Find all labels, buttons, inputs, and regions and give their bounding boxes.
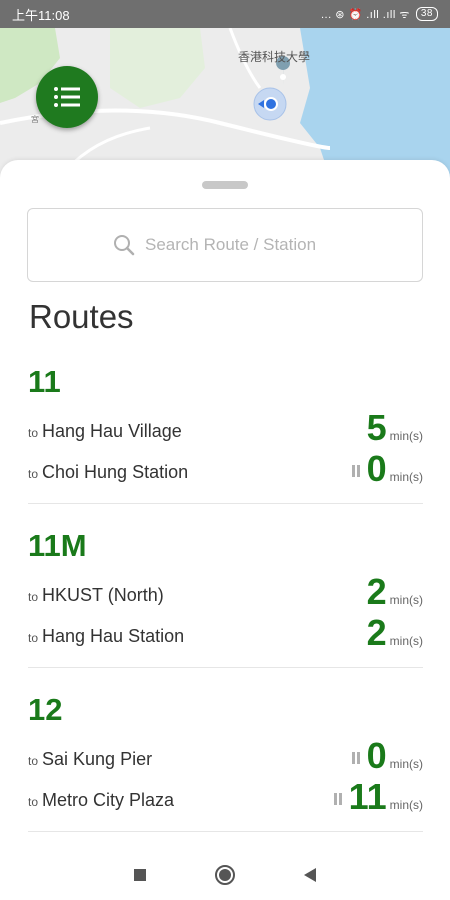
to-label: to [28,795,39,809]
destination-name: Hang Hau Village [42,421,182,441]
search-icon [114,235,135,256]
destination-name: HKUST (North) [42,585,164,605]
eta-unit: min(s) [389,470,423,484]
section-title: Routes [29,298,134,335]
scheduled-icon [333,792,344,810]
divider [28,831,423,832]
scheduled-icon [351,464,362,482]
eta-unit: min(s) [389,593,423,607]
eta: 5 min(s) [367,410,423,446]
eta: 0 min(s) [351,735,423,776]
destination-row[interactable]: to HKUST (North) 2 min(s) [28,574,423,612]
route-number: 12 [28,692,63,727]
back-icon[interactable] [303,867,317,883]
destination-row[interactable]: to Choi Hung Station 0 min(s) [28,448,423,489]
destination-name: Choi Hung Station [42,462,189,482]
divider [28,503,423,504]
eta-unit: min(s) [389,798,423,812]
destination-row[interactable]: to Hang Hau Village 5 min(s) [28,410,423,448]
eta-unit: min(s) [389,429,423,443]
eta-minutes: 0 [366,448,387,489]
destination-name: Metro City Plaza [42,790,175,810]
map-road-label: 宮 [31,115,39,124]
status-indicators: ... ⊛ ⏰ .ıll .ıll ᯤ 38 [321,7,438,22]
destination-name: Sai Kung Pier [42,749,153,769]
eta: 2 min(s) [367,615,423,651]
route-number: 11M [28,528,87,563]
signal-icons: ... ⊛ ⏰ .ıll .ıll ᯤ [320,8,410,21]
to-label: to [28,631,39,645]
eta-unit: min(s) [389,757,423,771]
system-nav-bar [0,850,450,900]
scheduled-icon [351,751,362,769]
search-input[interactable] [143,234,337,256]
eta-unit: min(s) [389,634,423,648]
eta: 0 min(s) [351,448,423,489]
status-time: 上午11:08 [12,7,70,23]
eta: 11 min(s) [333,776,423,817]
status-bar: 上午11:08 ... ⊛ ⏰ .ıll .ıll ᯤ 38 [0,0,450,28]
list-icon [54,87,80,107]
to-label: to [28,590,39,604]
home-icon[interactable] [214,864,236,886]
eta-minutes: 0 [366,735,387,776]
drag-handle[interactable] [202,181,248,189]
route-number: 11 [28,364,61,399]
map-place-label: 香港科技大學 [238,50,311,64]
divider [28,667,423,668]
eta: 2 min(s) [367,574,423,610]
eta-minutes: 2 [366,571,387,612]
to-label: to [28,467,39,481]
to-label: to [28,426,39,440]
eta-minutes: 5 [366,407,387,448]
eta-minutes: 2 [366,612,387,653]
destination-name: Hang Hau Station [42,626,185,646]
to-label: to [28,754,39,768]
route-list-button[interactable] [36,66,98,128]
routes-sheet: Routes 11 toHang Hau Village 5 min(s) to… [0,160,450,850]
search-box[interactable] [27,208,423,282]
eta-minutes: 11 [348,776,387,817]
destination-row[interactable]: to Hang Hau Station 2 min(s) [28,615,423,653]
destination-row[interactable]: to Sai Kung Pier 0 min(s) [28,735,423,776]
battery-icon: 38 [415,7,438,21]
map-view[interactable]: 香港科技大學 宮 [0,28,450,178]
destination-row[interactable]: to Metro City Plaza 11 min(s) [28,776,423,817]
recents-icon[interactable] [133,868,147,882]
